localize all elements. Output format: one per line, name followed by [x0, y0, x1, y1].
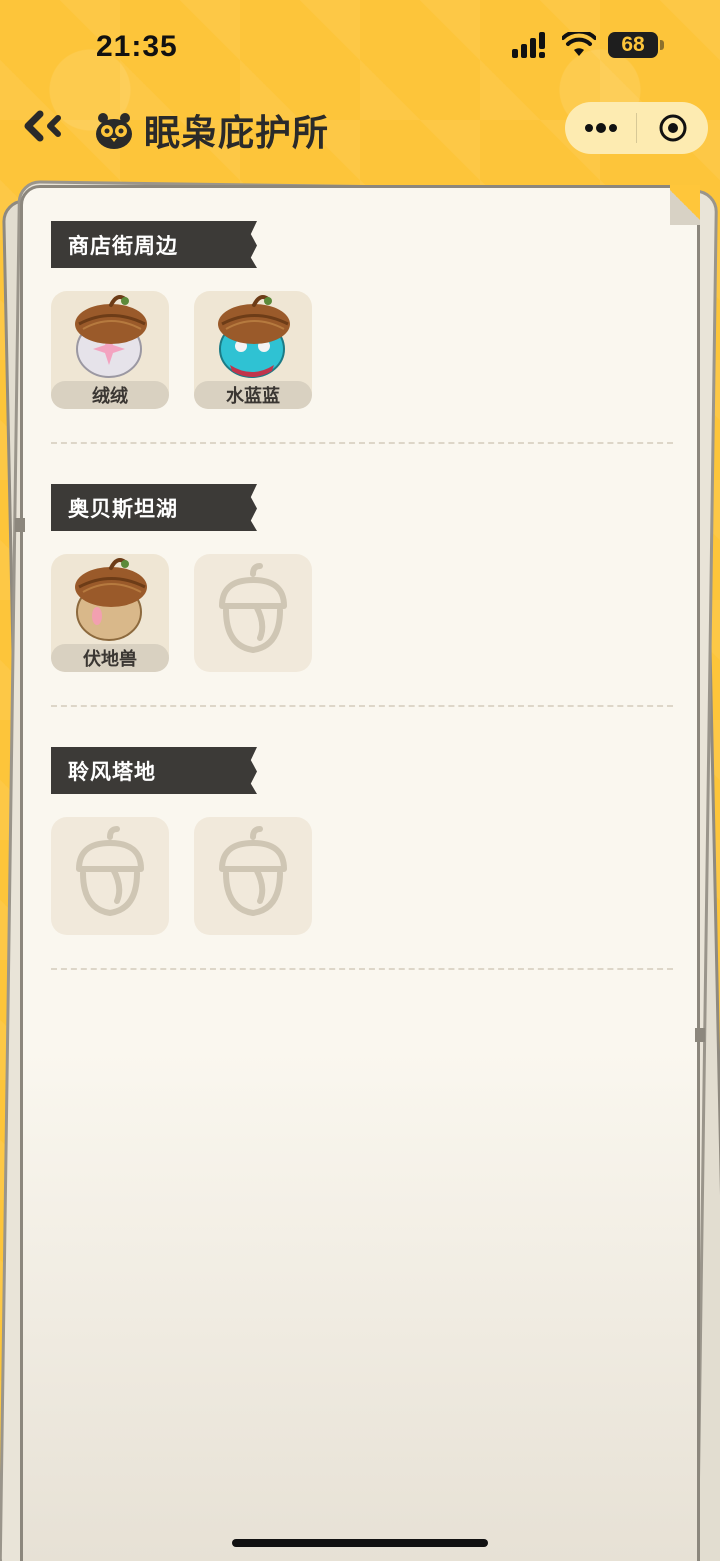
paper-fold-corner	[670, 185, 700, 225]
acorn-creature-icon	[75, 558, 147, 641]
miniprogram-capsule	[565, 102, 708, 154]
acorn-silhouette-icon	[219, 826, 287, 916]
wifi-icon	[562, 32, 596, 56]
section-divider	[51, 705, 673, 707]
home-indicator[interactable]	[232, 1539, 488, 1547]
acorn-creature-icon	[218, 295, 290, 378]
section-divider	[51, 968, 673, 970]
more-button[interactable]	[565, 102, 636, 154]
owl-logo-icon	[96, 113, 132, 149]
section-title: 聆风塔地	[51, 747, 257, 794]
section-divider	[51, 442, 673, 444]
status-time: 21:35	[96, 30, 178, 63]
collection-paper: 商店街周边 绒绒 水蓝蓝 奥贝斯坦湖 伏地兽 聆风塔地	[15, 185, 705, 1561]
battery-indicator: 68	[608, 32, 664, 58]
collectible-tile-crouch-beast[interactable]: 伏地兽	[51, 554, 169, 672]
title-group: 眠枭庇护所	[92, 104, 329, 156]
target-circle-icon	[659, 114, 686, 142]
more-dots-icon	[584, 123, 617, 133]
collectible-tile-aqua[interactable]: 水蓝蓝	[194, 291, 312, 409]
status-bar: 21:35 68	[0, 0, 720, 96]
nav-bar: 眠枭庇护所	[0, 96, 720, 160]
collectible-name: 绒绒	[51, 381, 169, 409]
close-miniprogram-button[interactable]	[637, 102, 708, 154]
status-icons: 68	[512, 32, 664, 58]
acorn-silhouette-icon	[219, 563, 287, 653]
section-title: 奥贝斯坦湖	[51, 484, 257, 531]
double-chevron-left-icon[interactable]	[20, 108, 66, 144]
acorn-silhouette-icon	[76, 826, 144, 916]
collectible-name: 水蓝蓝	[194, 381, 312, 409]
acorn-creature-icon	[75, 295, 147, 378]
battery-level: 68	[621, 33, 645, 56]
collectible-tile-locked[interactable]	[51, 817, 169, 935]
paper-notch	[15, 518, 25, 532]
collectible-tile-locked[interactable]	[194, 554, 312, 672]
paper-notch	[695, 1028, 705, 1042]
signal-icon	[512, 32, 545, 58]
collectible-tile-locked[interactable]	[194, 817, 312, 935]
page-title: 眠枭庇护所	[144, 113, 330, 154]
collectible-tile-fluffy[interactable]: 绒绒	[51, 291, 169, 409]
collectible-name: 伏地兽	[51, 644, 169, 672]
section-title: 商店街周边	[51, 221, 257, 268]
